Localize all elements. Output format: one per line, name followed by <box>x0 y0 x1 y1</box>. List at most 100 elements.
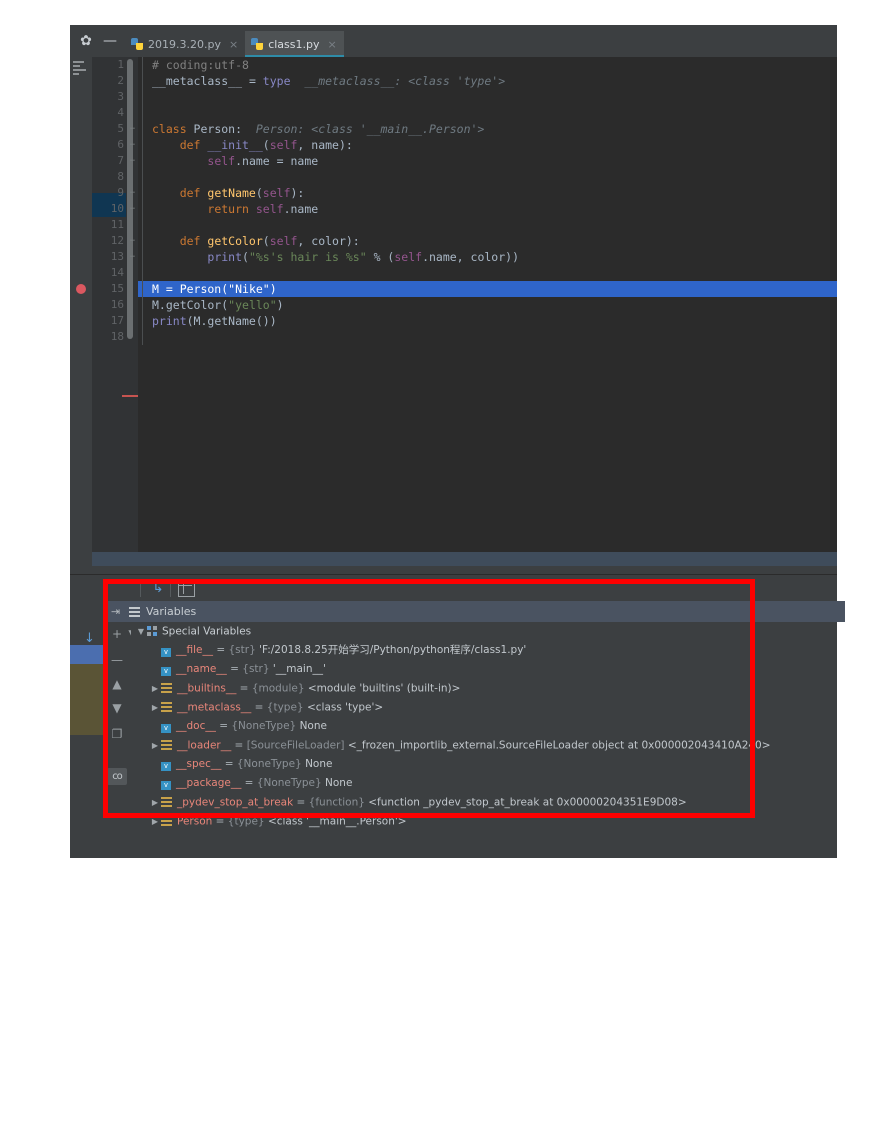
code-text: def __init__(self, name): <box>152 137 353 153</box>
variable-value: 'F:/2018.8.25开始学习/Python/python程序/class1… <box>259 644 527 656</box>
chevron-down-icon[interactable]: ▼ <box>135 622 147 641</box>
structure-icon[interactable] <box>73 61 88 75</box>
code-line[interactable]: 5− class Person: Person: <class '__main__… <box>117 121 837 137</box>
code-token: getColor <box>207 234 263 248</box>
code-line[interactable]: 7− self.name = name <box>117 153 837 169</box>
code-line[interactable]: 15 M = Person("Nike") <box>76 281 837 297</box>
code-line[interactable]: 16 M.getColor("yello") <box>111 297 837 313</box>
code-line[interactable]: 11 <box>111 217 837 233</box>
code-line[interactable]: 10− return self.name <box>111 201 837 217</box>
close-icon[interactable]: × <box>328 38 337 51</box>
variable-row[interactable]: v __name__ = {str} '__main__' <box>131 660 837 679</box>
variable-type: {type} <box>227 815 268 828</box>
code-line[interactable]: 4 <box>117 105 837 121</box>
code-text: return self.name <box>152 201 318 217</box>
code-line[interactable]: 2 __metaclass__ = type __metaclass__: <cl… <box>117 73 837 89</box>
line-number: 16 <box>110 298 124 311</box>
hide-panel-icon[interactable]: ⇥ <box>111 606 123 617</box>
step-into-icon[interactable]: ↳ <box>150 581 166 597</box>
code-editor[interactable]: 1 # coding:utf-8 2 __metaclass__ = type __m… <box>76 57 837 552</box>
code-token: self <box>394 250 423 264</box>
module-icon <box>161 739 172 750</box>
code-text: def getName(self): <box>152 185 305 201</box>
code-token: M = Person( <box>152 282 229 296</box>
line-number: 9 <box>117 186 124 199</box>
fold-toggle-icon[interactable]: − <box>128 201 137 217</box>
debugger-frames-strip[interactable]: ↓ <box>70 601 103 858</box>
variable-row[interactable]: ▶ __loader__ = [SourceFileLoader] <_froze… <box>131 736 837 755</box>
fold-toggle-icon[interactable]: − <box>128 233 137 249</box>
code-line[interactable]: 3 <box>117 89 837 105</box>
variable-row[interactable]: v __doc__ = {NoneType} None <box>131 717 837 736</box>
code-text: self.name = name <box>152 153 318 169</box>
move-down-button[interactable]: ▼ <box>108 700 126 716</box>
code-line[interactable]: 18 <box>111 329 837 345</box>
fold-toggle-icon[interactable]: − <box>128 249 137 265</box>
variable-row[interactable]: v __file__ = {str} 'F:/2018.8.25开始学习/Pyth… <box>131 641 837 660</box>
code-lines[interactable]: 1 # coding:utf-8 2 __metaclass__ = type __m… <box>76 57 837 552</box>
code-line[interactable]: 14 <box>111 265 837 281</box>
chevron-right-icon[interactable]: ▶ <box>149 698 161 717</box>
minimize-icon[interactable]: — <box>102 33 118 49</box>
code-line[interactable]: 9− def getName(self): <box>117 185 837 201</box>
code-token: class <box>152 122 194 136</box>
editor-status-strip <box>92 552 837 574</box>
variable-name: _pydev_stop_at_break <box>177 796 294 809</box>
settings-gear-icon[interactable]: ✿ <box>78 33 94 49</box>
editor-tab-0[interactable]: 2019.3.20.py × <box>125 31 246 57</box>
console-toggle-button[interactable]: co <box>107 768 127 785</box>
breakpoint-icon[interactable] <box>76 284 86 294</box>
code-line[interactable]: 1 # coding:utf-8 <box>117 57 837 73</box>
arrow-down-icon[interactable]: ↓ <box>84 631 95 646</box>
frames-list-area[interactable] <box>70 664 103 735</box>
code-token: return <box>207 202 256 216</box>
code-line[interactable]: 13− print("%s's hair is %s" % (self.name… <box>111 249 837 265</box>
code-text: def getColor(self, color): <box>152 233 360 249</box>
table-view-icon[interactable] <box>178 581 195 597</box>
module-icon <box>161 682 172 693</box>
chevron-right-icon[interactable]: ▶ <box>149 812 161 831</box>
variable-name: __builtins__ <box>177 682 237 695</box>
debugger-panel: ↓ ⇥ Variables +▼—▲▼❐co ▼Special Variable… <box>70 601 845 858</box>
variable-row[interactable]: ▶ __metaclass__ = {type} <class 'type'> <box>131 698 837 717</box>
fold-toggle-icon[interactable]: − <box>128 137 137 153</box>
fold-toggle-icon[interactable]: − <box>128 185 137 201</box>
fold-toggle-icon[interactable]: − <box>128 121 137 137</box>
variables-title: Variables <box>146 605 197 618</box>
variable-row[interactable]: ▶ Person = {type} <class '__main__.Person… <box>131 812 837 831</box>
variables-tree[interactable]: ▼ Special Variables v __file__ = {str} 'F:/… <box>131 622 837 858</box>
screenshot-root: ✿ — 2019.3.20.py × class1.py × 1 # coding:ut… <box>0 0 893 1142</box>
variable-type: {function} <box>308 796 369 809</box>
variable-row[interactable]: v __package__ = {NoneType} None <box>131 774 837 793</box>
variables-toolbar[interactable]: +▼—▲▼❐co <box>103 622 138 858</box>
close-icon[interactable]: × <box>229 38 238 51</box>
debug-toolbar[interactable]: ↳ <box>70 574 837 602</box>
chevron-right-icon[interactable]: ▶ <box>149 679 161 698</box>
indent-guide <box>142 57 143 345</box>
code-token: ) <box>269 282 277 296</box>
variable-equals: = <box>215 720 232 732</box>
field-icon: v <box>161 762 171 771</box>
remove-watch-button[interactable]: — <box>108 652 126 668</box>
line-number: 14 <box>110 266 124 279</box>
selected-frame-row[interactable] <box>70 645 103 664</box>
variable-name: Special Variables <box>162 625 252 638</box>
variable-row[interactable]: v __spec__ = {NoneType} None <box>131 755 837 774</box>
variable-row[interactable]: ▶ __builtins__ = {module} <module 'builti… <box>131 679 837 698</box>
chevron-right-icon[interactable]: ▶ <box>149 736 161 755</box>
code-line[interactable]: 8 <box>117 169 837 185</box>
variable-equals: = <box>213 644 229 656</box>
code-token: % ( <box>366 250 395 264</box>
variable-row[interactable]: ▼ Special Variables <box>131 622 837 641</box>
variable-type: {NoneType} <box>231 720 300 732</box>
code-line[interactable]: 6− def __init__(self, name): <box>117 137 837 153</box>
fold-toggle-icon[interactable]: − <box>128 153 137 169</box>
move-up-button[interactable]: ▲ <box>108 676 126 692</box>
code-line[interactable]: 12− def getColor(self, color): <box>111 233 837 249</box>
editor-tab-1[interactable]: class1.py × <box>245 31 344 57</box>
variable-row[interactable]: ▶ _pydev_stop_at_break = {function} <func… <box>131 793 837 812</box>
copy-button[interactable]: ❐ <box>108 726 126 742</box>
code-line[interactable]: 17 print(M.getName()) <box>111 313 837 329</box>
chevron-right-icon[interactable]: ▶ <box>149 793 161 812</box>
